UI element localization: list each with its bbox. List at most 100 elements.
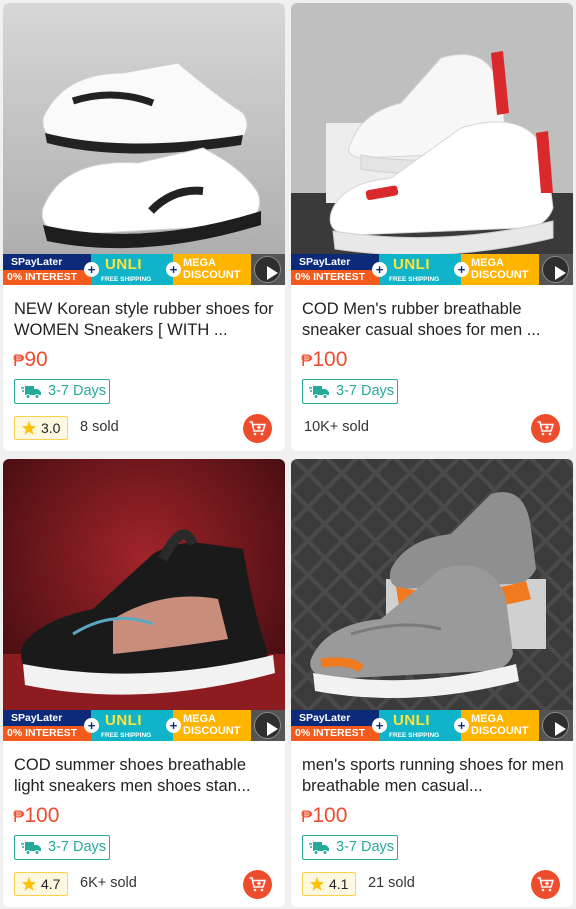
unli-label: UNLI bbox=[105, 256, 142, 273]
currency-symbol: ₱ bbox=[301, 807, 313, 826]
discount-label: DISCOUNT bbox=[471, 269, 529, 281]
product-image[interactable] bbox=[291, 459, 573, 741]
rating-badge: 4.1 bbox=[302, 872, 356, 896]
play-icon bbox=[254, 256, 281, 283]
mega-discount-badge: MEGA DISCOUNT bbox=[461, 254, 539, 285]
product-card[interactable]: SPayLater 0% INTEREST + UNLI FREE SHIPPI… bbox=[3, 459, 285, 907]
plus-icon: + bbox=[454, 262, 469, 277]
add-to-cart-icon bbox=[537, 877, 554, 892]
price-value: 100 bbox=[312, 348, 348, 371]
currency-symbol: ₱ bbox=[301, 351, 313, 370]
free-shipping-badge: UNLI FREE SHIPPING bbox=[91, 254, 173, 285]
play-icon bbox=[542, 712, 569, 739]
star-icon bbox=[21, 421, 37, 435]
rating-value: 4.7 bbox=[41, 876, 61, 892]
product-price: ₱90 bbox=[13, 348, 48, 372]
plus-icon: + bbox=[372, 718, 387, 733]
free-shipping-label: FREE SHIPPING bbox=[101, 732, 152, 739]
mega-discount-badge: MEGA DISCOUNT bbox=[173, 254, 251, 285]
product-price: ₱100 bbox=[301, 804, 347, 828]
add-to-cart-button[interactable] bbox=[243, 414, 272, 443]
discount-label: DISCOUNT bbox=[471, 725, 529, 737]
play-icon bbox=[254, 712, 281, 739]
product-card[interactable]: SPayLater 0% INTEREST + UNLI FREE SHIPPI… bbox=[3, 3, 285, 451]
video-play-button[interactable] bbox=[251, 254, 285, 285]
mega-discount-badge: MEGA DISCOUNT bbox=[461, 710, 539, 741]
add-to-cart-button[interactable] bbox=[243, 870, 272, 899]
star-icon bbox=[309, 877, 325, 891]
promo-banner: SPayLater 0% INTEREST + UNLI FREE SHIPPI… bbox=[291, 710, 573, 741]
shipping-badge: 3-7 Days bbox=[302, 379, 398, 404]
video-play-button[interactable] bbox=[539, 254, 573, 285]
interest-label: 0% INTEREST bbox=[291, 726, 379, 741]
free-shipping-label: FREE SHIPPING bbox=[389, 732, 440, 739]
mega-label: MEGA bbox=[183, 713, 216, 725]
product-image[interactable] bbox=[3, 3, 285, 285]
spaylater-label: SPayLater bbox=[299, 712, 351, 724]
product-title[interactable]: COD summer shoes breathable light sneake… bbox=[14, 755, 276, 797]
shipping-days: 3-7 Days bbox=[48, 839, 107, 855]
rating-value: 4.1 bbox=[329, 876, 349, 892]
spaylater-label: SPayLater bbox=[11, 712, 63, 724]
interest-label: 0% INTEREST bbox=[291, 270, 379, 285]
rating-badge: 3.0 bbox=[14, 416, 68, 440]
mega-label: MEGA bbox=[183, 257, 216, 269]
video-play-button[interactable] bbox=[251, 710, 285, 741]
truck-icon bbox=[309, 842, 329, 855]
rating-value: 3.0 bbox=[41, 420, 61, 436]
truck-icon bbox=[21, 386, 41, 399]
video-play-button[interactable] bbox=[539, 710, 573, 741]
plus-icon: + bbox=[166, 262, 181, 277]
price-value: 90 bbox=[24, 348, 48, 371]
mega-label: MEGA bbox=[471, 257, 504, 269]
add-to-cart-icon bbox=[537, 421, 554, 436]
interest-label: 0% INTEREST bbox=[3, 726, 91, 741]
add-to-cart-icon bbox=[249, 877, 266, 892]
spaylater-label: SPayLater bbox=[299, 256, 351, 268]
currency-symbol: ₱ bbox=[13, 351, 25, 370]
promo-banner: SPayLater 0% INTEREST + UNLI FREE SHIPPI… bbox=[291, 254, 573, 285]
star-icon bbox=[21, 877, 37, 891]
mega-discount-badge: MEGA DISCOUNT bbox=[173, 710, 251, 741]
promo-banner: SPayLater 0% INTEREST + UNLI FREE SHIPPI… bbox=[3, 710, 285, 741]
promo-banner: SPayLater 0% INTEREST + UNLI FREE SHIPPI… bbox=[3, 254, 285, 285]
product-title[interactable]: men's sports running shoes for men breat… bbox=[302, 755, 564, 797]
discount-label: DISCOUNT bbox=[183, 269, 241, 281]
currency-symbol: ₱ bbox=[13, 807, 25, 826]
free-shipping-badge: UNLI FREE SHIPPING bbox=[379, 710, 461, 741]
plus-icon: + bbox=[454, 718, 469, 733]
add-to-cart-icon bbox=[249, 421, 266, 436]
add-to-cart-button[interactable] bbox=[531, 870, 560, 899]
shipping-days: 3-7 Days bbox=[336, 839, 395, 855]
product-grid: SPayLater 0% INTEREST + UNLI FREE SHIPPI… bbox=[0, 0, 576, 909]
shipping-days: 3-7 Days bbox=[48, 383, 107, 399]
product-image[interactable] bbox=[291, 3, 573, 285]
product-price: ₱100 bbox=[13, 804, 59, 828]
free-shipping-label: FREE SHIPPING bbox=[101, 276, 152, 283]
shipping-badge: 3-7 Days bbox=[14, 835, 110, 860]
sold-count: 8 sold bbox=[80, 419, 119, 435]
product-card[interactable]: SPayLater 0% INTEREST + UNLI FREE SHIPPI… bbox=[291, 3, 573, 451]
rating-badge: 4.7 bbox=[14, 872, 68, 896]
free-shipping-badge: UNLI FREE SHIPPING bbox=[379, 254, 461, 285]
spaylater-badge: SPayLater 0% INTEREST bbox=[291, 710, 379, 741]
truck-icon bbox=[21, 842, 41, 855]
price-value: 100 bbox=[24, 804, 60, 827]
interest-label: 0% INTEREST bbox=[3, 270, 91, 285]
sold-count: 6K+ sold bbox=[80, 875, 137, 891]
plus-icon: + bbox=[84, 718, 99, 733]
add-to-cart-button[interactable] bbox=[531, 414, 560, 443]
price-value: 100 bbox=[312, 804, 348, 827]
spaylater-badge: SPayLater 0% INTEREST bbox=[3, 710, 91, 741]
unli-label: UNLI bbox=[393, 256, 430, 273]
product-card[interactable]: SPayLater 0% INTEREST + UNLI FREE SHIPPI… bbox=[291, 459, 573, 907]
product-title[interactable]: COD Men's rubber breathable sneaker casu… bbox=[302, 299, 564, 341]
spaylater-badge: SPayLater 0% INTEREST bbox=[3, 254, 91, 285]
shipping-badge: 3-7 Days bbox=[302, 835, 398, 860]
product-title[interactable]: NEW Korean style rubber shoes for WOMEN … bbox=[14, 299, 276, 341]
product-image[interactable] bbox=[3, 459, 285, 741]
spaylater-badge: SPayLater 0% INTEREST bbox=[291, 254, 379, 285]
mega-label: MEGA bbox=[471, 713, 504, 725]
shipping-days: 3-7 Days bbox=[336, 383, 395, 399]
free-shipping-label: FREE SHIPPING bbox=[389, 276, 440, 283]
